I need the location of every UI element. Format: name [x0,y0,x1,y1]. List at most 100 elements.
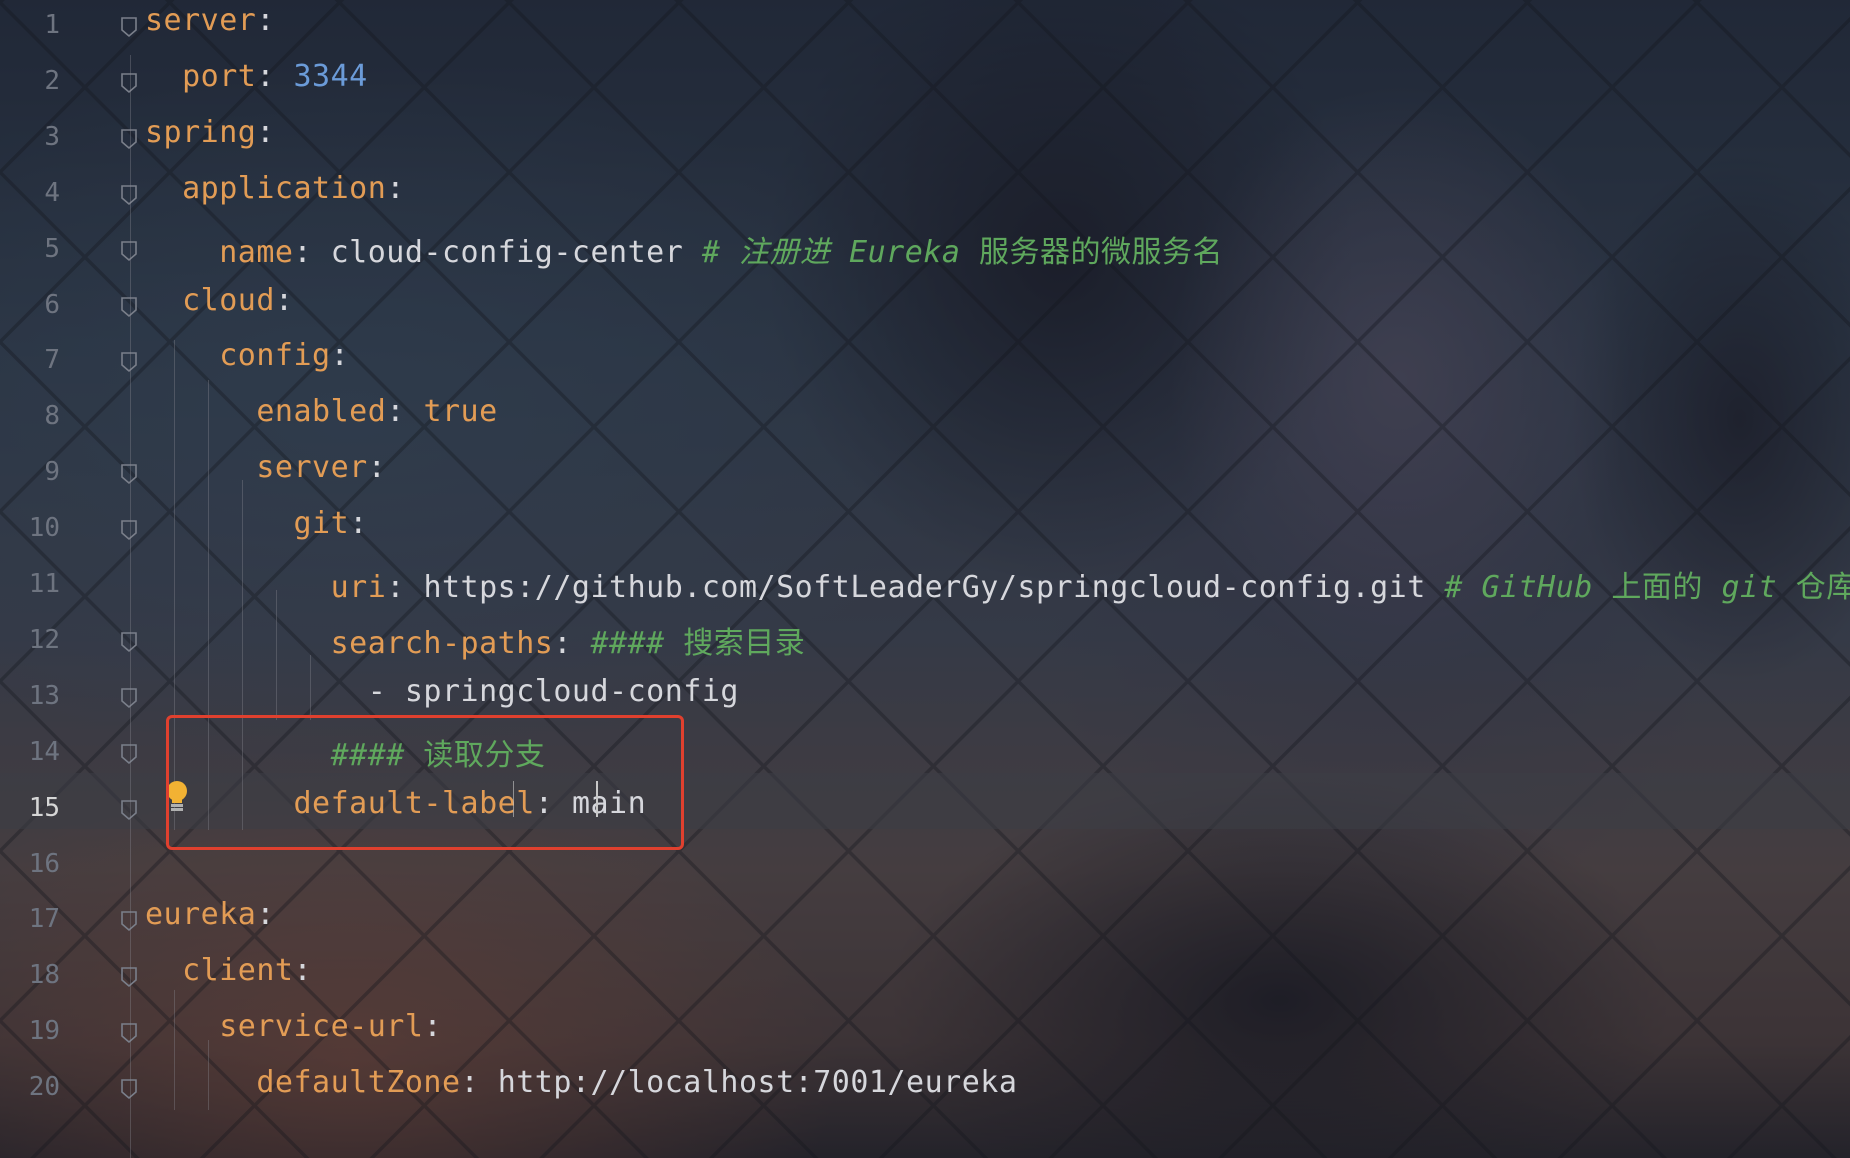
fold-arrow-icon[interactable] [120,184,138,206]
code-token: 仓库名字 [1795,570,1850,605]
fold-arrow-icon[interactable] [120,296,138,318]
code-token: defaultZone [256,1065,461,1101]
code-token: # GitHub [1444,570,1593,605]
code-token: : [460,1065,498,1101]
line-number: 2 [44,65,60,96]
code-token: : [386,570,424,605]
code-token: spring [145,114,257,150]
code-token: : [256,897,275,933]
code-line[interactable]: name: cloud-config-center # 注册进 Eureka 服… [145,227,1223,271]
code-line[interactable]: git: [145,506,368,541]
fold-arrow-icon[interactable] [120,240,138,262]
line-number: 16 [28,848,60,879]
code-line[interactable]: service-url: [145,1009,442,1044]
code-token: true [423,394,498,430]
code-line[interactable]: uri: https://github.com/SoftLeaderGy/spr… [145,562,1850,606]
code-line[interactable]: eureka: [145,897,275,932]
fold-arrow-icon[interactable] [120,966,138,988]
code-line[interactable]: cloud: [145,283,294,318]
code-token: git [293,506,350,542]
code-token: https://github.com/SoftLeaderGy/springcl… [423,570,1445,605]
line-number: 10 [28,513,60,544]
indent-guide [130,55,131,1158]
fold-arrow-icon[interactable] [120,351,138,373]
code-token: : [423,1009,442,1045]
code-token: : [256,114,275,150]
code-token: : [553,625,591,661]
code-token: 搜索目录 [664,625,806,661]
code-token: name [219,234,294,270]
code-line[interactable]: - springcloud-config [145,674,739,709]
line-number: 12 [28,624,60,655]
code-token: cloud [182,282,275,318]
code-token: config [219,338,331,374]
line-number: 4 [44,177,60,208]
line-number: 9 [44,457,60,488]
code-token: service-url [219,1009,424,1045]
code-line[interactable]: spring: [145,115,275,150]
fold-arrow-icon[interactable] [120,743,138,765]
code-token: server [145,3,257,38]
code-line[interactable]: client: [145,953,312,988]
code-token: springcloud-config [404,673,739,709]
code-line[interactable]: search-paths: #### 搜索目录 [145,618,805,662]
annotation-highlight-box [166,715,684,850]
code-token: : [386,170,405,206]
code-token: : [349,506,368,542]
code-token: 3344 [293,58,368,94]
line-number: 13 [28,680,60,711]
fold-arrow-icon[interactable] [120,463,138,485]
code-line[interactable]: application: [145,171,405,206]
fold-arrow-icon[interactable] [120,631,138,653]
code-line[interactable]: enabled: true [145,394,498,429]
code-token: - [145,673,405,709]
code-token: Eureka [849,234,961,270]
code-token: : [367,450,387,486]
fold-arrow-icon[interactable] [120,16,138,38]
fold-arrow-icon[interactable] [120,687,138,709]
code-line[interactable]: server: [145,450,386,485]
line-number: 5 [44,233,60,264]
line-number: 7 [44,345,60,376]
code-editor[interactable]: 1 2 3 4 5 6 7 8 9 10 11 12 13 14 15 16 17 18 19 20 server: … [0,0,1850,1158]
fold-arrow-icon[interactable] [120,1022,138,1044]
code-token: application [182,170,387,206]
code-token: search-paths [330,625,554,661]
line-number: 3 [44,121,60,152]
code-line[interactable]: defaultZone: http://localhost:7001/eurek… [145,1065,1017,1100]
code-token: : [274,282,294,318]
code-token: server [256,450,368,486]
code-token: : [330,338,350,374]
code-line[interactable]: config: [145,338,349,373]
fold-arrow-icon[interactable] [120,519,138,541]
fold-arrow-icon[interactable] [120,910,138,932]
fold-arrow-icon[interactable] [120,1078,138,1100]
code-token: : [386,394,424,430]
code-token: # 注册进 [701,234,850,270]
code-line[interactable]: port: 3344 [145,59,368,94]
code-token: http://localhost:7001/eureka [497,1065,1018,1101]
code-token: : [293,953,313,989]
fold-arrow-icon[interactable] [120,799,138,821]
fold-arrow-icon[interactable] [120,128,138,150]
code-token: : [293,234,331,270]
code-token: eureka [145,897,257,933]
line-number: 1 [44,10,60,40]
code-token: cloud-config-center [330,234,702,270]
line-number: 18 [28,960,60,991]
line-number: 6 [44,289,60,320]
fold-arrow-icon[interactable] [120,72,138,94]
line-number: 17 [28,904,60,935]
code-line[interactable]: server: [145,3,275,38]
